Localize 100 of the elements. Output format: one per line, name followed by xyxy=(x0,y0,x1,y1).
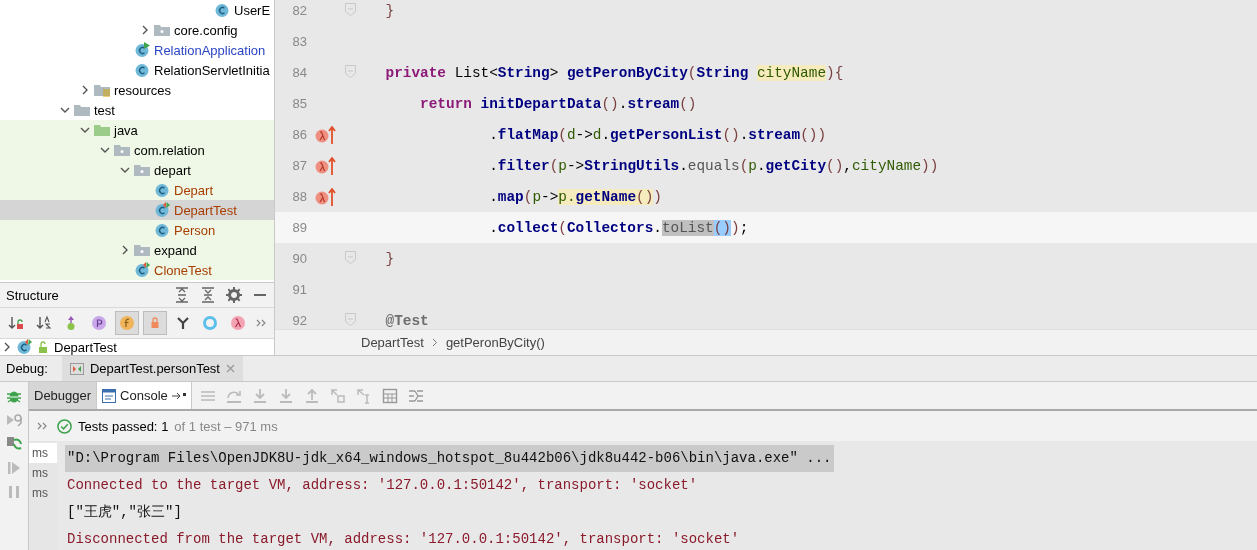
chevron-down-icon[interactable] xyxy=(80,125,90,135)
line-number: 90 xyxy=(291,251,307,266)
code-line: } xyxy=(384,250,395,267)
chevron-down-icon[interactable] xyxy=(100,145,110,155)
console-line: Disconnected from the target VM, address: '127.0.0.1:50142', transport: 'socket' xyxy=(66,530,741,547)
close-icon xyxy=(226,364,235,373)
panel-title: Structure xyxy=(6,287,60,303)
tree-item[interactable]: depart xyxy=(154,162,191,178)
chevron-right-icon xyxy=(431,338,438,347)
resources-folder-icon xyxy=(94,83,110,97)
test-config-icon xyxy=(69,362,84,375)
class-icon xyxy=(154,182,170,198)
line-number: 85 xyxy=(291,96,307,111)
tree-item[interactable]: RelationServletInitia xyxy=(154,62,270,78)
lambda-arrow-icon[interactable] xyxy=(315,156,337,175)
line-number: 89 xyxy=(291,220,307,235)
code-line: .filter(p->StringUtils.equals(p.getCity(),cityName)) xyxy=(488,157,939,174)
drop-frame-icon[interactable] xyxy=(329,387,346,404)
folder-icon xyxy=(74,103,90,117)
code-line: } xyxy=(384,2,395,19)
line-number: 83 xyxy=(291,34,307,49)
line-number: 84 xyxy=(291,65,307,80)
line-number: 88 xyxy=(291,189,307,204)
folder-icon xyxy=(94,123,110,137)
rerun-failed-icon[interactable] xyxy=(6,412,22,428)
package-icon xyxy=(134,243,150,257)
class-icon xyxy=(154,222,170,238)
chevron-right-icon[interactable] xyxy=(140,25,150,35)
collapse-all-icon[interactable] xyxy=(200,287,216,303)
class-icon xyxy=(214,2,230,18)
tree-item[interactable]: UserE xyxy=(234,2,271,18)
fork-icon xyxy=(174,315,191,331)
line-number: 87 xyxy=(291,158,307,173)
tree-item[interactable]: resources xyxy=(114,82,172,98)
step-out-icon[interactable] xyxy=(303,387,320,404)
chevron-right-icon[interactable] xyxy=(2,342,12,352)
settings-icon[interactable] xyxy=(226,287,242,303)
duration-label[interactable]: ms xyxy=(29,443,57,463)
tree-item[interactable]: RelationApplication xyxy=(154,42,266,58)
code-line: .flatMap(d->d.getPersonList().stream()) xyxy=(488,126,827,143)
line-number: 91 xyxy=(291,282,307,297)
tree-item[interactable]: Depart xyxy=(174,182,214,198)
package-icon xyxy=(114,143,130,157)
lock-open-icon[interactable] xyxy=(36,339,50,355)
fold-marker-icon[interactable] xyxy=(345,3,356,16)
tree-item[interactable]: test xyxy=(94,102,115,118)
fold-marker-icon[interactable] xyxy=(345,313,356,326)
resume-icon[interactable] xyxy=(6,460,22,476)
sort-alpha-icon xyxy=(35,315,52,331)
test-class-icon xyxy=(134,262,150,278)
ring-icon xyxy=(202,315,219,331)
tree-item[interactable]: Person xyxy=(174,222,216,238)
chevron-down-icon[interactable] xyxy=(60,105,70,115)
step-into-icon[interactable] xyxy=(251,387,268,404)
pause-icon[interactable] xyxy=(6,484,22,500)
tree-item[interactable]: java xyxy=(114,122,138,138)
evaluate-icon[interactable] xyxy=(381,387,398,404)
chevron-right-icon[interactable] xyxy=(120,245,130,255)
chevron-right-icon[interactable] xyxy=(80,85,90,95)
run-to-cursor-icon[interactable] xyxy=(355,387,372,404)
console-line: ["王虎","张三"] xyxy=(66,502,183,521)
session-tab[interactable]: DepartTest.personTest xyxy=(61,356,243,381)
test-class-icon xyxy=(154,202,170,218)
breadcrumb[interactable]: DepartTest xyxy=(361,335,424,350)
pin-arrow-icon xyxy=(171,391,186,400)
code-line: return initDepartData().stream() xyxy=(419,95,697,112)
force-step-into-icon[interactable] xyxy=(277,387,294,404)
tree-item[interactable]: expand xyxy=(154,242,197,258)
property-icon xyxy=(91,315,108,331)
tree-item[interactable]: CloneTest xyxy=(154,262,212,278)
lock-toggle[interactable] xyxy=(143,311,167,335)
fold-marker-icon[interactable] xyxy=(345,65,356,78)
test-summary: of 1 test – 971 ms xyxy=(174,418,278,434)
lambda-arrow-icon[interactable] xyxy=(315,187,337,206)
panel-tab[interactable]: Debugger xyxy=(29,382,98,409)
debug-label: Debug: xyxy=(5,361,49,376)
console-line: Connected to the target VM, address: '127.0.0.1:50142', transport: 'socket' xyxy=(66,477,699,494)
code-line: .collect(Collectors.toList()); xyxy=(488,219,749,236)
package-icon xyxy=(154,23,170,37)
lambda-arrow-icon[interactable] xyxy=(315,125,337,144)
fold-marker-icon[interactable] xyxy=(345,251,356,264)
expand-all-icon[interactable] xyxy=(174,287,190,303)
tree-item[interactable]: DepartTest xyxy=(174,202,237,218)
chevron-down-icon[interactable] xyxy=(120,165,130,175)
lambda-icon xyxy=(230,315,247,331)
package-icon xyxy=(134,163,150,177)
test-class-icon xyxy=(16,339,32,355)
breadcrumb[interactable]: getPeronByCity() xyxy=(445,335,545,350)
code-line: .map(p->p.getName()) xyxy=(488,188,662,205)
panel-tab[interactable]: Console xyxy=(97,382,192,409)
trace-icon[interactable] xyxy=(407,387,424,404)
line-number: 92 xyxy=(291,313,307,328)
tree-item[interactable]: core.config xyxy=(174,22,238,38)
check-icon xyxy=(57,418,72,434)
console-icon xyxy=(102,388,117,403)
sort-visibility-icon xyxy=(7,315,24,331)
restart-icon[interactable] xyxy=(6,436,22,452)
field-toggle[interactable] xyxy=(115,311,139,335)
line-number: 86 xyxy=(291,127,307,142)
test-status: Tests passed: 1 xyxy=(78,418,169,434)
